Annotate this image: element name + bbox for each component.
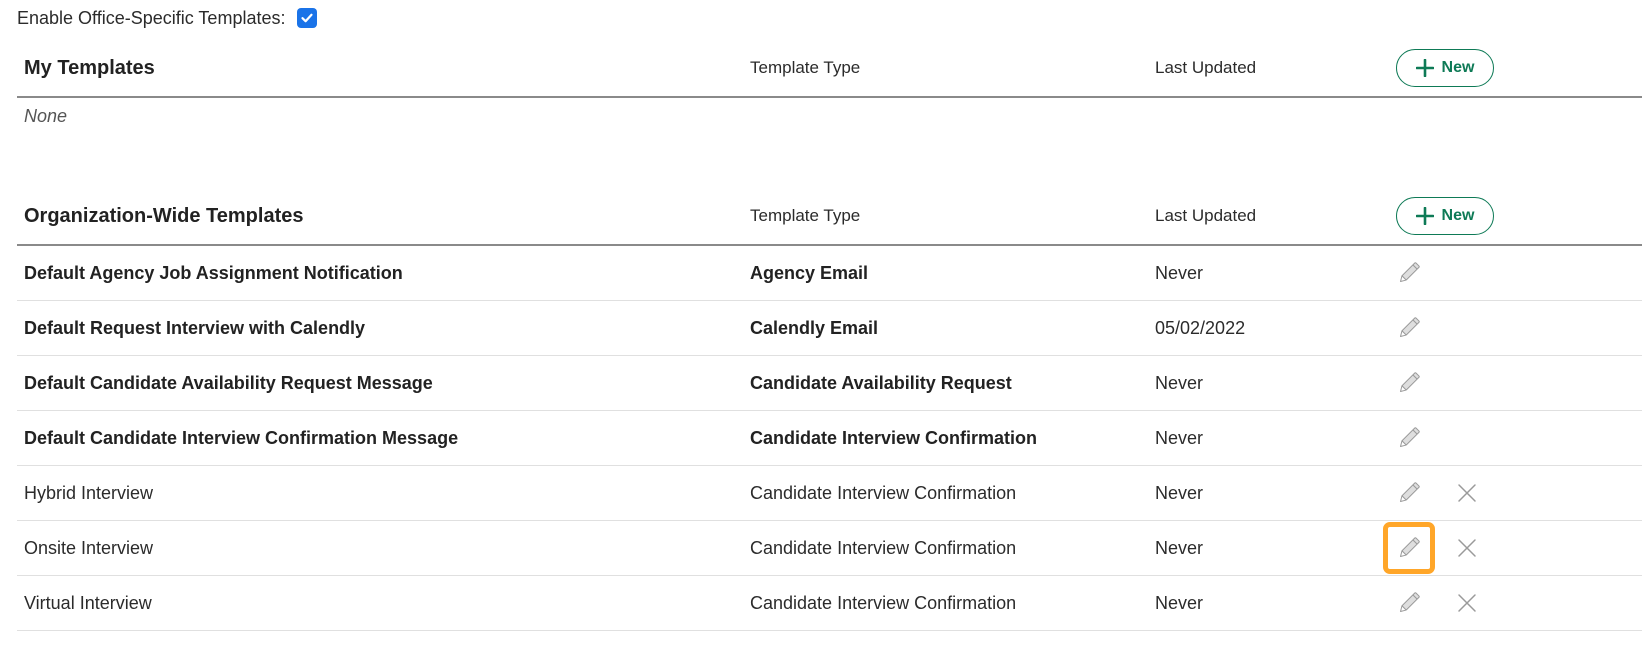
template-row: Onsite Interview Candidate Interview Con… (17, 521, 1642, 576)
template-name: Virtual Interview (24, 592, 152, 613)
template-row: Virtual Interview Candidate Interview Co… (17, 576, 1642, 631)
template-row: Default Request Interview with Calendly … (17, 301, 1642, 356)
plus-icon (1415, 59, 1434, 77)
close-icon (1458, 539, 1476, 557)
pencil-icon (1400, 262, 1420, 282)
pencil-icon (1400, 317, 1420, 337)
new-my-template-button[interactable]: New (1396, 49, 1494, 87)
new-org-template-button[interactable]: New (1396, 197, 1494, 235)
my-templates-title: My Templates (24, 56, 155, 79)
template-type: Candidate Interview Confirmation (750, 537, 1017, 558)
checkmark-icon (301, 13, 314, 23)
delete-template-button[interactable] (1451, 532, 1483, 564)
org-templates-table: Default Agency Job Assignment Notificati… (17, 246, 1642, 631)
pencil-icon (1400, 372, 1420, 392)
edit-template-button[interactable] (1383, 522, 1435, 574)
delete-template-button[interactable] (1451, 587, 1483, 619)
template-row: Default Candidate Interview Confirmation… (17, 411, 1642, 466)
template-name: Default Candidate Interview Confirmation… (24, 427, 459, 448)
template-type: Candidate Availability Request (750, 372, 1012, 393)
edit-template-button[interactable] (1393, 422, 1425, 454)
my-templates-header: My Templates Template Type Last Updated … (17, 40, 1642, 98)
template-name: Default Request Interview with Calendly (24, 317, 366, 338)
office-specific-templates-toggle: Enable Office-Specific Templates: (17, 7, 318, 29)
office-specific-templates-label: Enable Office-Specific Templates: (17, 7, 286, 28)
template-type: Candidate Interview Confirmation (750, 427, 1038, 448)
column-header-last-updated: Last Updated (1155, 58, 1257, 77)
template-name: Hybrid Interview (24, 482, 154, 503)
new-button-label: New (1441, 59, 1475, 76)
my-templates-empty-text: None (24, 106, 68, 126)
close-icon (1458, 484, 1476, 502)
edit-template-button[interactable] (1393, 312, 1425, 344)
template-row: Default Agency Job Assignment Notificati… (17, 246, 1642, 301)
edit-template-button[interactable] (1393, 257, 1425, 289)
template-name: Default Candidate Availability Request M… (24, 372, 433, 393)
my-templates-section: My Templates Template Type Last Updated … (17, 40, 1642, 126)
edit-template-button[interactable] (1393, 477, 1425, 509)
template-row: Hybrid Interview Candidate Interview Con… (17, 466, 1642, 521)
pencil-icon (1400, 592, 1420, 612)
template-name: Onsite Interview (24, 537, 154, 558)
template-type: Candidate Interview Confirmation (750, 592, 1017, 613)
org-templates-section: Organization-Wide Templates Template Typ… (17, 188, 1642, 631)
column-header-template-type: Template Type (750, 58, 861, 77)
edit-template-button[interactable] (1393, 587, 1425, 619)
plus-icon (1415, 207, 1434, 225)
pencil-icon (1400, 482, 1420, 502)
template-last-updated: Never (1155, 592, 1204, 613)
template-last-updated: 05/02/2022 (1155, 317, 1246, 338)
template-last-updated: Never (1155, 427, 1204, 448)
template-last-updated: Never (1155, 537, 1204, 558)
pencil-icon (1400, 537, 1420, 557)
template-type: Calendly Email (750, 317, 879, 338)
template-last-updated: Never (1155, 372, 1204, 393)
org-templates-title: Organization-Wide Templates (24, 204, 304, 227)
template-type: Agency Email (750, 262, 869, 283)
delete-template-button[interactable] (1451, 477, 1483, 509)
template-last-updated: Never (1155, 482, 1204, 503)
template-row: Default Candidate Availability Request M… (17, 356, 1642, 411)
template-type: Candidate Interview Confirmation (750, 482, 1017, 503)
office-specific-templates-checkbox[interactable] (297, 8, 318, 28)
org-templates-header: Organization-Wide Templates Template Typ… (17, 188, 1642, 246)
template-last-updated: Never (1155, 262, 1204, 283)
edit-template-button[interactable] (1393, 367, 1425, 399)
close-icon (1458, 594, 1476, 612)
new-button-label: New (1441, 207, 1475, 224)
column-header-last-updated: Last Updated (1155, 206, 1257, 225)
template-name: Default Agency Job Assignment Notificati… (24, 262, 403, 283)
pencil-icon (1400, 427, 1420, 447)
column-header-template-type: Template Type (750, 206, 861, 225)
